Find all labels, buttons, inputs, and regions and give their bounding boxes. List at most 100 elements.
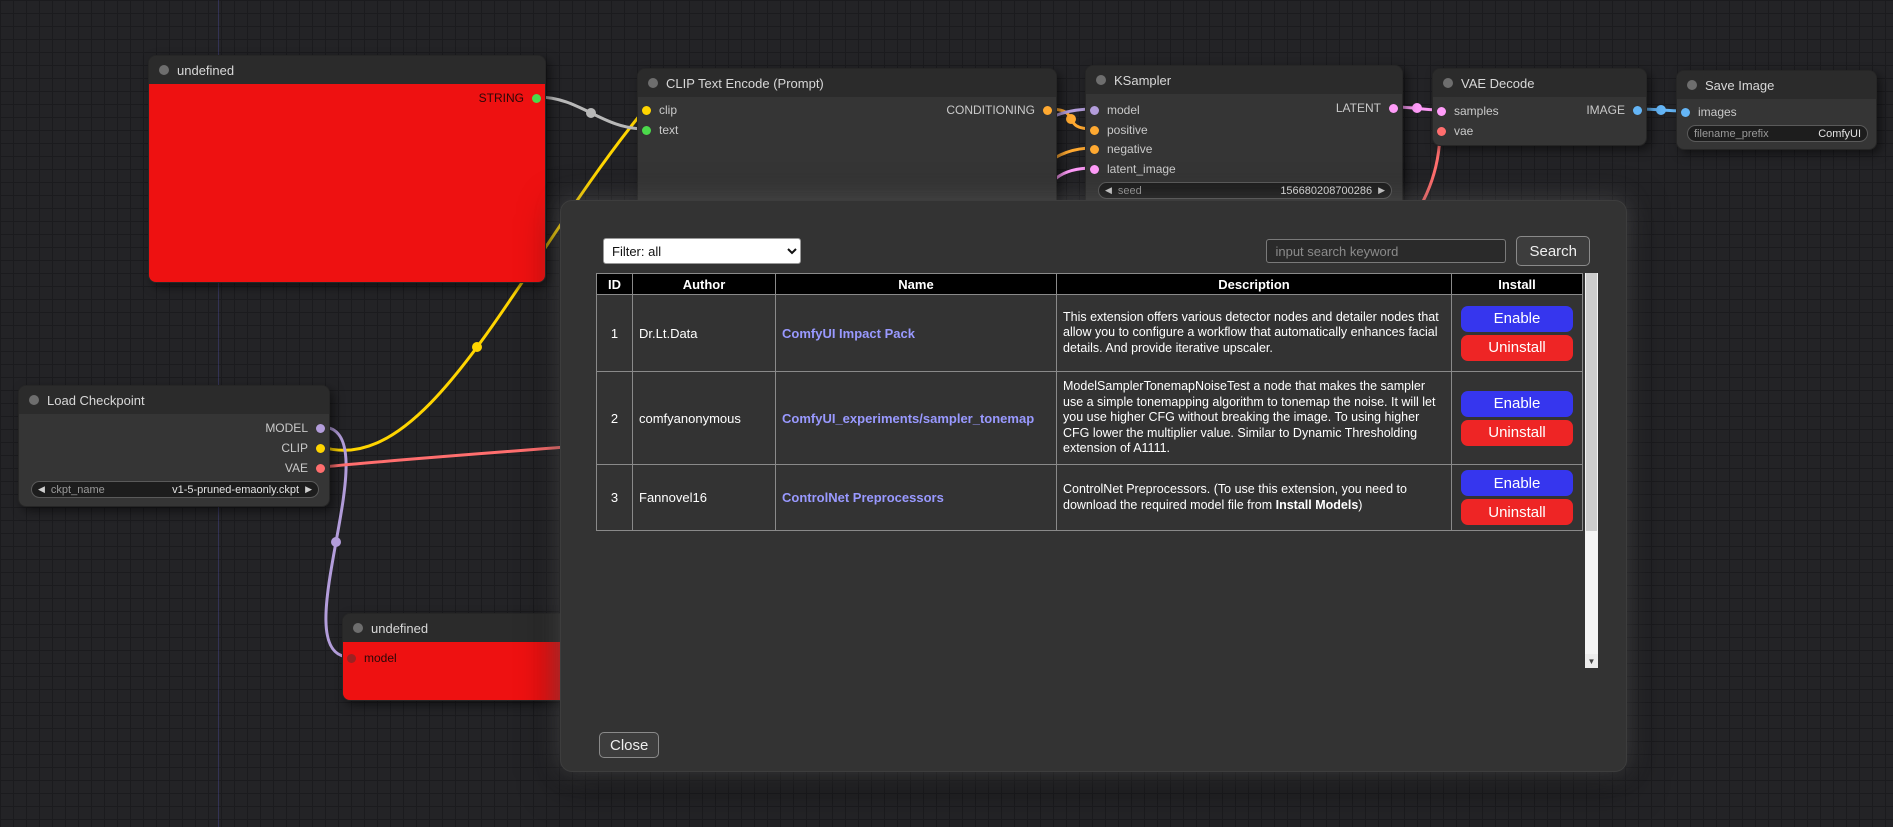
search-button[interactable]: Search <box>1516 236 1590 266</box>
input-pin-negative[interactable] <box>1090 145 1099 154</box>
input-pin-model[interactable] <box>1090 106 1099 115</box>
input-pin-clip[interactable] <box>642 106 651 115</box>
input-pin-latent-image[interactable] <box>1090 165 1099 174</box>
node-save-image[interactable]: Save Image images filename_prefix ComfyU… <box>1676 70 1877 150</box>
scrollbar-down-arrow-icon[interactable]: ▼ <box>1585 654 1598 668</box>
slot-label: IMAGE <box>1586 103 1625 117</box>
cell-install: Enable Uninstall <box>1452 295 1583 372</box>
enable-button[interactable]: Enable <box>1461 391 1573 417</box>
collapse-dot-icon[interactable] <box>29 395 39 405</box>
wire-clip-dot <box>472 342 482 352</box>
filename-prefix-widget[interactable]: filename_prefix ComfyUI <box>1687 125 1868 142</box>
node-title-bar[interactable]: VAE Decode <box>1433 69 1646 97</box>
node-undefined-top[interactable]: undefined STRING <box>148 55 546 283</box>
input-slot-model[interactable]: model <box>347 651 397 665</box>
scrollbar-thumb[interactable] <box>1586 273 1597 531</box>
cell-name: ComfyUI Impact Pack <box>776 295 1057 372</box>
input-slot-clip[interactable]: clip <box>642 103 677 117</box>
wire-image-dot <box>1656 105 1666 115</box>
output-slot-latent[interactable]: LATENT <box>1336 101 1398 115</box>
extension-link[interactable]: ControlNet Preprocessors <box>782 490 944 505</box>
extension-link[interactable]: ComfyUI Impact Pack <box>782 326 915 341</box>
table-row: 3 Fannovel16 ControlNet Preprocessors Co… <box>597 465 1583 531</box>
seed-widget[interactable]: ◀ seed 156680208700286 ▶ <box>1098 182 1392 199</box>
node-title: CLIP Text Encode (Prompt) <box>666 76 824 91</box>
widget-value: ComfyUI <box>1818 128 1861 140</box>
collapse-dot-icon[interactable] <box>1687 80 1697 90</box>
ckpt-name-widget[interactable]: ◀ ckpt_name v1-5-pruned-emaonly.ckpt ▶ <box>31 481 319 498</box>
input-pin-images[interactable] <box>1681 108 1690 117</box>
input-slot-vae[interactable]: vae <box>1437 124 1473 138</box>
output-pin-string[interactable] <box>532 94 541 103</box>
node-graph-canvas[interactable]: undefined STRING CLIP Text Encode (Promp… <box>0 0 1893 827</box>
output-pin-vae[interactable] <box>316 464 325 473</box>
input-slot-images[interactable]: images <box>1681 105 1737 119</box>
dialog-toolbar: Filter: all Search <box>603 234 1590 268</box>
input-slot-negative[interactable]: negative <box>1090 142 1152 156</box>
node-load-checkpoint[interactable]: Load Checkpoint MODEL CLIP VAE ◀ ckpt_na… <box>18 385 330 507</box>
output-pin-clip[interactable] <box>316 444 325 453</box>
table-scrollbar[interactable]: ▼ <box>1585 273 1598 668</box>
increment-arrow-icon[interactable]: ▶ <box>305 485 312 494</box>
slot-label: vae <box>1454 124 1473 138</box>
cell-id: 3 <box>597 465 633 531</box>
output-slot-clip[interactable]: CLIP <box>281 441 325 455</box>
output-pin-conditioning[interactable] <box>1043 106 1052 115</box>
input-slot-samples[interactable]: samples <box>1437 104 1499 118</box>
input-pin-positive[interactable] <box>1090 126 1099 135</box>
close-button[interactable]: Close <box>599 732 659 758</box>
search-input[interactable] <box>1266 239 1506 263</box>
slot-label: LATENT <box>1336 101 1381 115</box>
filter-select[interactable]: Filter: all <box>603 238 801 264</box>
output-slot-image[interactable]: IMAGE <box>1586 103 1642 117</box>
slot-label: samples <box>1454 104 1499 118</box>
header-author: Author <box>633 274 776 295</box>
collapse-dot-icon[interactable] <box>1443 78 1453 88</box>
collapse-dot-icon[interactable] <box>648 78 658 88</box>
collapse-dot-icon[interactable] <box>353 623 363 633</box>
node-title-bar[interactable]: Save Image <box>1677 71 1876 99</box>
collapse-dot-icon[interactable] <box>159 65 169 75</box>
output-pin-image[interactable] <box>1633 106 1642 115</box>
slot-label: VAE <box>285 461 308 475</box>
input-pin-samples[interactable] <box>1437 107 1446 116</box>
node-title-bar[interactable]: Load Checkpoint <box>19 386 329 414</box>
uninstall-button[interactable]: Uninstall <box>1461 499 1573 525</box>
description-tail-text: ) <box>1358 498 1362 512</box>
header-id: ID <box>597 274 633 295</box>
cell-description: ModelSamplerTonemapNoiseTest a node that… <box>1057 372 1452 465</box>
input-pin-vae[interactable] <box>1437 127 1446 136</box>
output-slot-string[interactable]: STRING <box>479 91 541 105</box>
output-slot-model[interactable]: MODEL <box>265 421 325 435</box>
wire-conditioning-dot <box>1066 114 1076 124</box>
input-slot-latent-image[interactable]: latent_image <box>1090 162 1176 176</box>
slot-label: latent_image <box>1107 162 1176 176</box>
output-pin-model[interactable] <box>316 424 325 433</box>
output-pin-latent[interactable] <box>1389 104 1398 113</box>
extension-link[interactable]: ComfyUI_experiments/sampler_tonemap <box>782 411 1034 426</box>
input-slot-text[interactable]: text <box>642 123 678 137</box>
uninstall-button[interactable]: Uninstall <box>1461 420 1573 446</box>
input-pin-text[interactable] <box>642 126 651 135</box>
node-title: Load Checkpoint <box>47 393 145 408</box>
decrement-arrow-icon[interactable]: ◀ <box>1105 186 1112 195</box>
decrement-arrow-icon[interactable]: ◀ <box>38 485 45 494</box>
output-slot-vae[interactable]: VAE <box>285 461 325 475</box>
node-title: VAE Decode <box>1461 76 1534 91</box>
input-slot-positive[interactable]: positive <box>1090 123 1148 137</box>
input-slot-model[interactable]: model <box>1090 103 1140 117</box>
uninstall-button[interactable]: Uninstall <box>1461 335 1573 361</box>
node-title-bar[interactable]: undefined <box>149 56 545 84</box>
enable-button[interactable]: Enable <box>1461 470 1573 496</box>
increment-arrow-icon[interactable]: ▶ <box>1378 186 1385 195</box>
slot-label: CONDITIONING <box>946 103 1035 117</box>
table-row: 2 comfyanonymous ComfyUI_experiments/sam… <box>597 372 1583 465</box>
cell-install: Enable Uninstall <box>1452 372 1583 465</box>
output-slot-conditioning[interactable]: CONDITIONING <box>946 103 1052 117</box>
node-title-bar[interactable]: KSampler <box>1086 66 1402 94</box>
input-pin-model[interactable] <box>347 654 356 663</box>
enable-button[interactable]: Enable <box>1461 306 1573 332</box>
collapse-dot-icon[interactable] <box>1096 75 1106 85</box>
node-vae-decode[interactable]: VAE Decode samples vae IMAGE <box>1432 68 1647 146</box>
node-title-bar[interactable]: CLIP Text Encode (Prompt) <box>638 69 1056 97</box>
